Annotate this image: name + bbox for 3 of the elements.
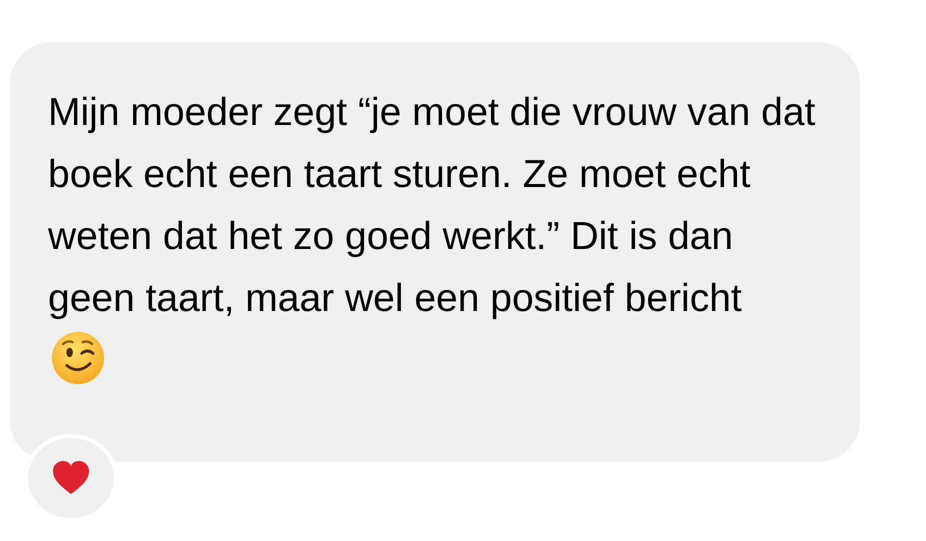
winking-face-icon xyxy=(50,330,106,386)
message-text: Mijn moeder zegt “je moet die vrouw van dat boek echt een taart sturen. Ze moet echt weten dat het zo goed werkt.” Dit is dan geen taart, maar wel een positief bericht xyxy=(48,90,816,322)
heart-icon xyxy=(51,460,91,496)
